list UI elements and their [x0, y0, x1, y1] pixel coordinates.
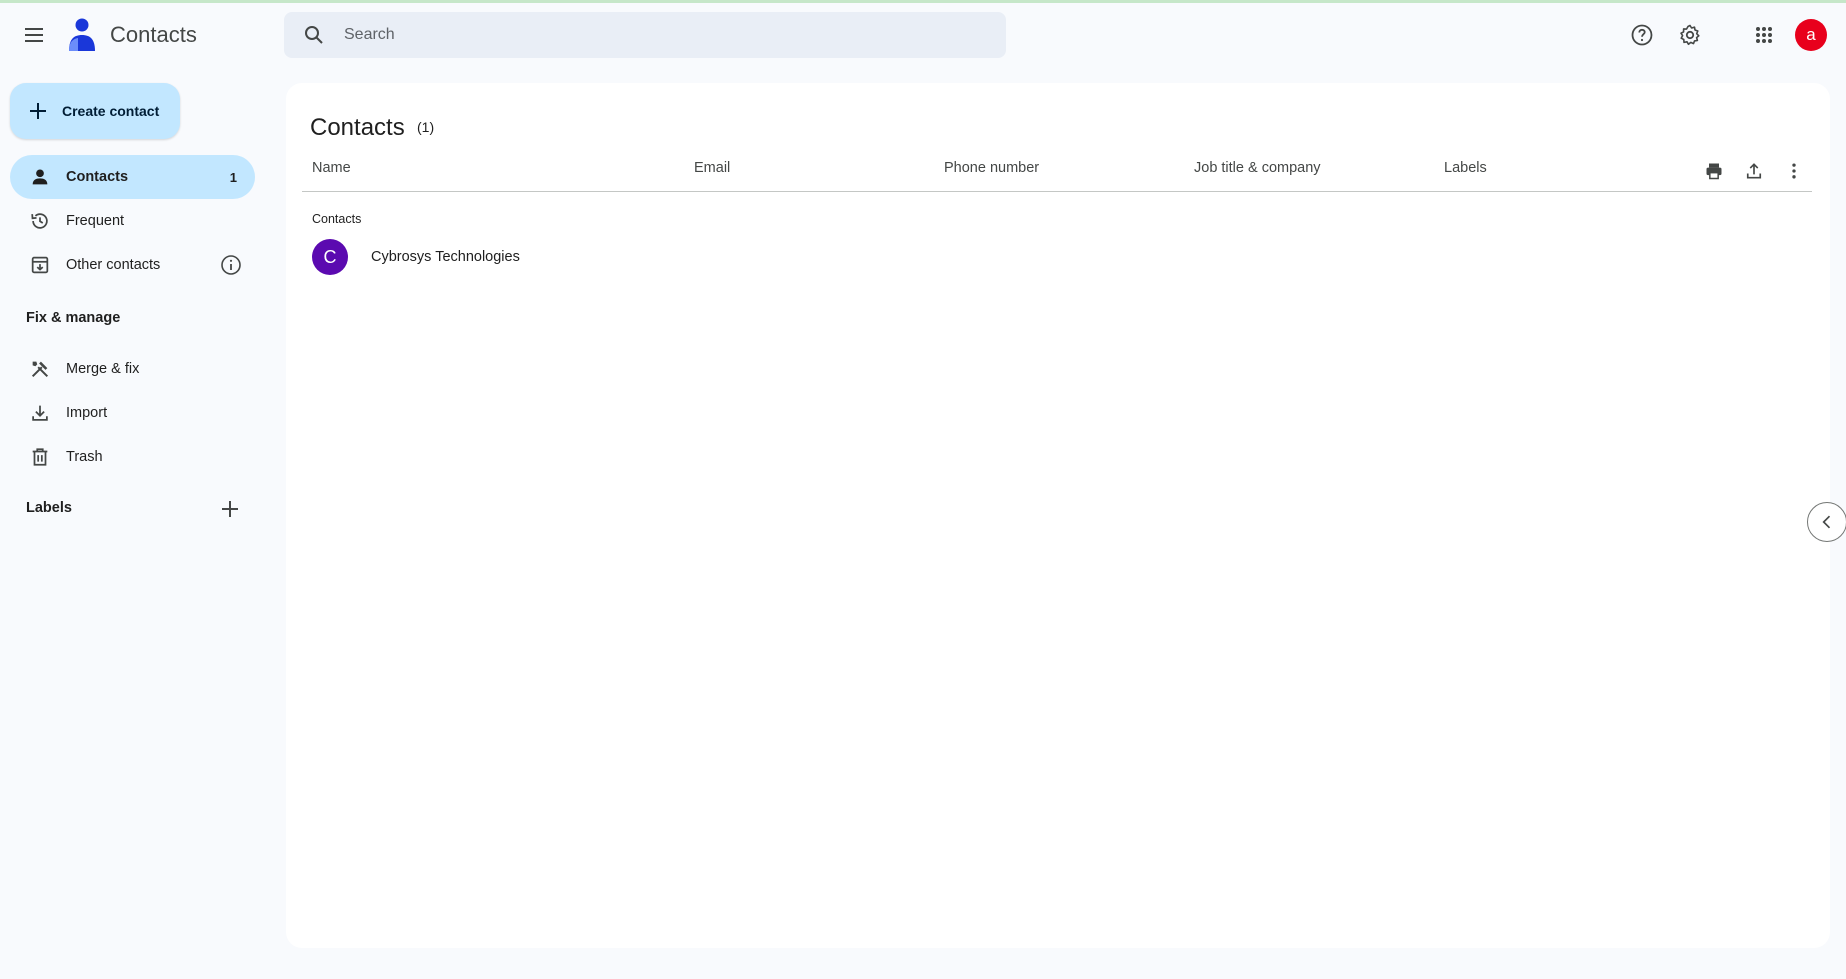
more-options-button[interactable]: [1778, 155, 1810, 187]
search-bar[interactable]: [284, 12, 1006, 58]
help-button[interactable]: [1622, 15, 1662, 55]
contact-name: Cybrosys Technologies: [371, 249, 520, 265]
sidebar-item-merge-fix[interactable]: Merge & fix: [10, 347, 255, 391]
table-row[interactable]: C Cybrosys Technologies: [302, 233, 1812, 281]
add-label-button[interactable]: [218, 497, 242, 521]
account-avatar[interactable]: a: [1795, 19, 1827, 51]
download-icon: [28, 401, 52, 425]
sidebar-item-frequent[interactable]: Frequent: [10, 199, 255, 243]
person-icon: [28, 165, 52, 189]
labels-heading: Labels: [26, 500, 72, 516]
sidebar-item-label: Trash: [66, 449, 103, 465]
sidebar-item-contacts[interactable]: Contacts 1: [10, 155, 255, 199]
column-header-phone[interactable]: Phone number: [944, 160, 1039, 176]
info-icon[interactable]: [219, 253, 243, 277]
settings-button[interactable]: [1670, 15, 1710, 55]
column-header-name[interactable]: Name: [312, 160, 351, 176]
contacts-total-count: (1): [417, 119, 435, 135]
contacts-count-badge: 1: [229, 169, 237, 185]
chevron-left-icon: [1822, 515, 1831, 529]
app-header: Contacts a: [0, 0, 1846, 70]
sidebar-item-trash[interactable]: Trash: [10, 435, 255, 479]
plus-icon: [26, 99, 50, 123]
export-button[interactable]: [1738, 155, 1770, 187]
apps-button[interactable]: [1744, 15, 1784, 55]
inbox-download-icon: [28, 253, 52, 277]
column-header-labels[interactable]: Labels: [1444, 160, 1487, 176]
main-menu-button[interactable]: [14, 15, 54, 55]
sidebar-item-label: Merge & fix: [66, 361, 140, 377]
sidebar-item-label: Other contacts: [66, 257, 161, 273]
column-header-email[interactable]: Email: [694, 160, 730, 176]
side-panel-toggle[interactable]: [1807, 502, 1846, 542]
create-contact-button[interactable]: Create contact: [10, 83, 180, 139]
search-input[interactable]: [344, 26, 984, 44]
print-icon: [1706, 163, 1722, 180]
contacts-logo-icon[interactable]: [66, 17, 98, 53]
header-divider: [302, 191, 1812, 192]
apps-icon: [1756, 27, 1772, 43]
fix-manage-heading: Fix & manage: [26, 310, 121, 326]
contacts-list-panel: Contacts (1) Name Email Phone number Job…: [286, 83, 1830, 948]
sidebar-item-label: Frequent: [66, 213, 125, 229]
create-contact-label: Create contact: [62, 103, 160, 119]
column-header-job[interactable]: Job title & company: [1194, 160, 1321, 176]
trash-icon: [28, 445, 52, 469]
plus-icon: [222, 501, 238, 517]
settings-icon: [1680, 24, 1700, 46]
menu-icon: [25, 28, 43, 42]
print-button[interactable]: [1698, 155, 1730, 187]
sidebar-item-label: Import: [66, 405, 108, 421]
sidebar-item-label: Contacts: [66, 169, 129, 185]
more-vert-icon: [1792, 163, 1796, 179]
sidebar-item-other-contacts[interactable]: Other contacts: [10, 243, 255, 287]
app-title[interactable]: Contacts: [110, 22, 197, 48]
history-icon: [28, 209, 52, 233]
page-title: Contacts: [310, 114, 405, 141]
contacts-group-label: Contacts: [312, 212, 362, 226]
sidebar-item-import[interactable]: Import: [10, 391, 255, 435]
contact-avatar[interactable]: C: [312, 239, 348, 275]
tools-icon: [28, 357, 52, 381]
help-icon: [1631, 24, 1653, 46]
upload-icon: [1746, 163, 1762, 179]
search-icon[interactable]: [302, 23, 326, 47]
